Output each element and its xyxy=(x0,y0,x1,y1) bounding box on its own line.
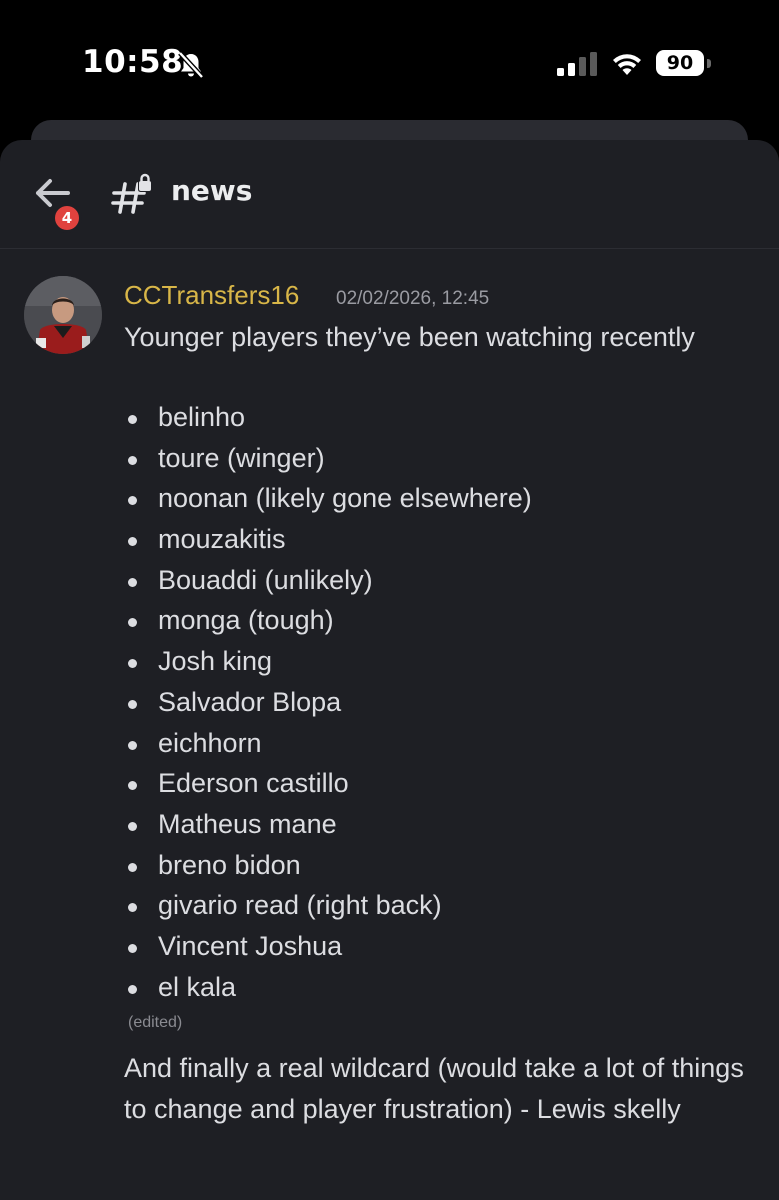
bullet-icon xyxy=(128,415,137,424)
battery-level: 90 xyxy=(656,50,704,76)
bullet-icon xyxy=(128,903,137,913)
list-item-label: Vincent Joshua xyxy=(158,930,343,961)
list-item-label: noonan (likely gone elsewhere) xyxy=(158,483,532,514)
phone-screen: 10:58 90 4 news CCTransfers16 02/02/2026… xyxy=(0,0,779,1200)
hashtag-lock-icon xyxy=(111,173,152,214)
list-item-label: Ederson castillo xyxy=(158,768,349,799)
bullet-icon xyxy=(128,984,137,994)
list-item-label: Matheus mane xyxy=(158,808,337,839)
bullet-icon xyxy=(128,496,137,506)
bullet-icon xyxy=(128,943,137,953)
clock-time: 10:58 xyxy=(82,44,184,80)
author-avatar[interactable] xyxy=(24,276,102,354)
wifi-icon xyxy=(613,54,641,75)
bullet-icon xyxy=(128,659,137,669)
list-item-label: Josh king xyxy=(158,646,273,677)
list-item-label: toure (winger) xyxy=(158,442,325,473)
bullet-icon xyxy=(128,455,137,465)
channel-header: 4 news xyxy=(0,140,779,249)
list-item-label: Salvador Blopa xyxy=(158,686,342,717)
bullet-icon xyxy=(128,618,137,628)
list-item-label: breno bidon xyxy=(158,849,301,880)
list-item-label: el kala xyxy=(158,971,237,1002)
edited-indicator: (edited) xyxy=(128,1014,183,1031)
bullet-icon xyxy=(128,537,137,547)
channel-title[interactable]: news xyxy=(171,174,252,207)
status-bar: 10:58 90 xyxy=(0,0,779,120)
bullet-icon xyxy=(128,821,137,831)
unread-badge: 4 xyxy=(52,203,82,233)
message-intro: Younger players they’ve been watching re… xyxy=(124,322,695,352)
list-item-label: mouzakitis xyxy=(158,524,286,555)
bullet-icon xyxy=(128,862,137,872)
avatar-image xyxy=(24,276,102,354)
battery-icon: 90 xyxy=(656,50,712,76)
list-item-label: monga (tough) xyxy=(158,605,334,636)
message-followup: And finally a real wildcard (would take … xyxy=(124,1053,744,1124)
message-author[interactable]: CCTransfers16 xyxy=(124,280,299,311)
bullet-icon xyxy=(128,699,137,709)
cellular-signal-icon xyxy=(557,52,597,76)
list-item-label: belinho xyxy=(158,402,246,432)
list-item-label: givario read (right back) xyxy=(158,890,442,921)
channel-panel: 4 news CCTransfers16 02/02/2026, 12:45 Y… xyxy=(0,140,779,1200)
bullet-icon xyxy=(128,577,137,587)
bullet-icon xyxy=(128,740,137,750)
list-item-label: eichhorn xyxy=(158,727,262,758)
bell-slash-icon xyxy=(178,51,204,79)
bullet-icon xyxy=(128,781,137,791)
message-timestamp: 02/02/2026, 12:45 xyxy=(336,288,490,309)
battery-cap xyxy=(707,59,711,68)
list-item-label: Bouaddi (unlikely) xyxy=(158,564,373,595)
